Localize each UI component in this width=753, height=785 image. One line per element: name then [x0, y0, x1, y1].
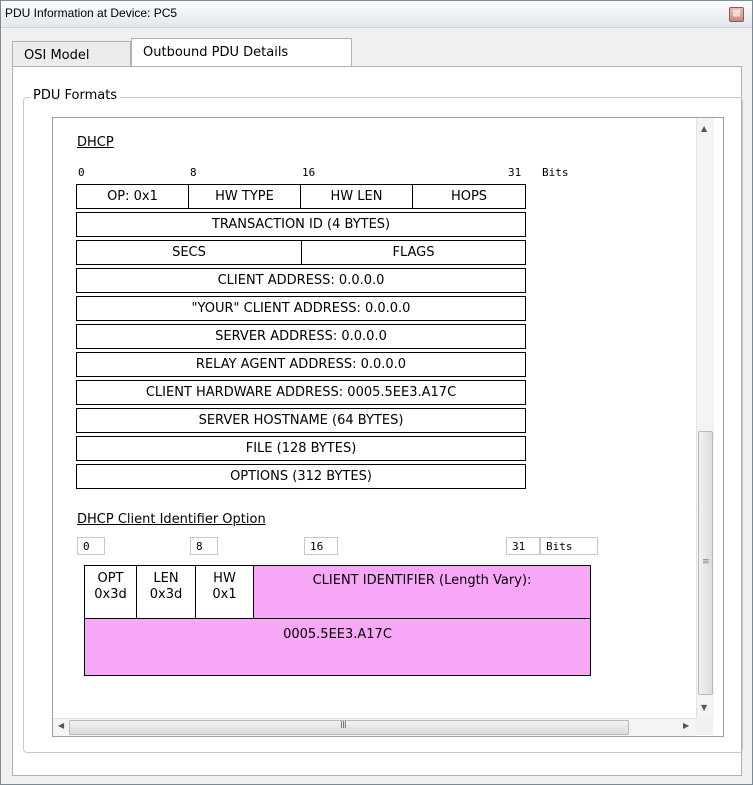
dhcp-row-chaddr: CLIENT HARDWARE ADDRESS: 0005.5EE3.A17C: [76, 380, 526, 405]
client-id-option-title: DHCP Client Identifier Option: [77, 512, 266, 527]
tab-osi-model[interactable]: OSI Model: [12, 41, 131, 66]
client-address-field: CLIENT ADDRESS: 0.0.0.0: [76, 268, 526, 293]
scroll-left-arrow-icon[interactable]: ◀: [58, 721, 64, 730]
horizontal-scroll-thumb[interactable]: III: [69, 720, 629, 735]
bit-label-0: 0: [78, 166, 85, 179]
dhcp-title: DHCP: [77, 135, 114, 150]
vertical-scrollbar[interactable]: ▲ ≡ ▼: [696, 118, 714, 719]
opt-bit-label-16: 16: [304, 537, 338, 555]
dhcp-row-yiaddr: "YOUR" CLIENT ADDRESS: 0.0.0.0: [76, 296, 526, 321]
dhcp-row-siaddr: SERVER ADDRESS: 0.0.0.0: [76, 324, 526, 349]
grip-icon: ≡: [702, 557, 710, 567]
title-bar: PDU Information at Device: PC5 ⊠: [1, 1, 752, 28]
opt-field-name: OPT: [97, 571, 124, 586]
client-hardware-address-field: CLIENT HARDWARE ADDRESS: 0005.5EE3.A17C: [76, 380, 526, 405]
opt-field-value: 0x3d: [94, 587, 127, 602]
flags-field: FLAGS: [301, 240, 526, 265]
server-hostname-field: SERVER HOSTNAME (64 BYTES): [76, 408, 526, 433]
scroll-up-arrow-icon[interactable]: ▲: [701, 124, 707, 133]
hw-type-field: HW TYPE: [188, 184, 301, 209]
len-field: LEN 0x3d: [137, 566, 196, 618]
len-field-value: 0x3d: [149, 587, 183, 602]
secs-field: SECS: [76, 240, 302, 265]
options-field: OPTIONS (312 BYTES): [76, 464, 526, 489]
server-address-field: SERVER ADDRESS: 0.0.0.0: [76, 324, 526, 349]
dhcp-row-options: OPTIONS (312 BYTES): [76, 464, 526, 489]
opt-field: OPT 0x3d: [85, 566, 137, 618]
bit-unit-label: Bits: [542, 166, 569, 179]
dhcp-row-sname: SERVER HOSTNAME (64 BYTES): [76, 408, 526, 433]
horizontal-scrollbar[interactable]: ◀ III ▶: [53, 718, 696, 736]
opt-bit-unit-label: Bits: [540, 537, 598, 555]
op-field: OP: 0x1: [76, 184, 189, 209]
hw-field-value: 0x1: [212, 587, 237, 602]
tab-outbound-pdu-details[interactable]: Outbound PDU Details: [131, 38, 352, 66]
transaction-id-field: TRANSACTION ID (4 BYTES): [76, 212, 526, 237]
relay-agent-address-field: RELAY AGENT ADDRESS: 0.0.0.0: [76, 352, 526, 377]
scroll-down-arrow-icon[interactable]: ▼: [701, 703, 707, 712]
hops-field: HOPS: [412, 184, 526, 209]
opt-bit-label-0: 0: [77, 537, 105, 555]
client-identifier-label: CLIENT IDENTIFIER (Length Vary):: [312, 573, 532, 588]
grip-icon: III: [340, 720, 347, 731]
close-icon[interactable]: ⊠: [729, 7, 744, 22]
dhcp-row-giaddr: RELAY AGENT ADDRESS: 0.0.0.0: [76, 352, 526, 377]
len-field-name: LEN: [153, 571, 179, 586]
dhcp-row-transaction: TRANSACTION ID (4 BYTES): [76, 212, 526, 237]
dhcp-row-ciaddr: CLIENT ADDRESS: 0.0.0.0: [76, 268, 526, 293]
bit-label-8: 8: [190, 166, 197, 179]
hw-len-field: HW LEN: [300, 184, 413, 209]
client-identifier-value: 0005.5EE3.A17C: [283, 627, 392, 642]
hw-field-name: HW: [213, 571, 236, 586]
window-title: PDU Information at Device: PC5: [5, 6, 178, 20]
dhcp-row-file: FILE (128 BYTES): [76, 436, 526, 461]
hw-field: HW 0x1: [196, 566, 254, 618]
bit-label-16: 16: [302, 166, 316, 179]
scroll-right-arrow-icon[interactable]: ▶: [683, 721, 689, 730]
dhcp-row-secs-flags: SECS FLAGS: [76, 240, 526, 265]
vertical-scroll-thumb[interactable]: ≡: [698, 431, 713, 695]
dhcp-row-op: OP: 0x1 HW TYPE HW LEN HOPS: [76, 184, 526, 209]
opt-bit-label-31: 31: [506, 537, 540, 555]
scrollbar-corner: [696, 718, 713, 735]
your-client-address-field: "YOUR" CLIENT ADDRESS: 0.0.0.0: [76, 296, 526, 321]
opt-bit-label-8: 8: [190, 537, 218, 555]
groupbox-label: PDU Formats: [30, 88, 121, 103]
file-field: FILE (128 BYTES): [76, 436, 526, 461]
bit-label-31: 31: [508, 166, 522, 179]
